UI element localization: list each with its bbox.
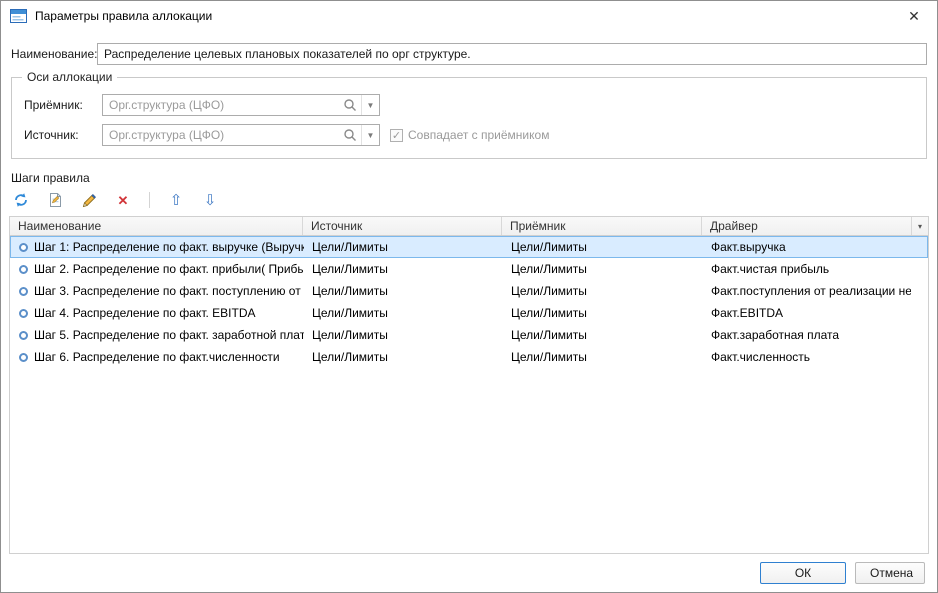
cell-driver: Факт.поступления от реализации непр <box>703 284 911 298</box>
cell-receiver: Цели/Лимиты <box>503 306 703 320</box>
search-icon[interactable] <box>343 98 357 112</box>
cell-name: Шаг 3. Распределение по факт. поступлени… <box>11 284 304 298</box>
refresh-icon <box>13 192 29 208</box>
table-header: НаименованиеИсточникПриёмникДрайвер▾ <box>10 217 928 236</box>
step-circle-icon <box>19 243 28 252</box>
step-circle-icon <box>19 287 28 296</box>
cell-name: Шаг 6. Распределение по факт.численности <box>11 350 304 364</box>
step-name: Шаг 2. Распределение по факт. прибыли( П… <box>34 262 304 276</box>
dialog-footer: ОК Отмена <box>1 554 937 592</box>
receiver-combo[interactable]: Орг.структура (ЦФО) ▼ <box>102 94 380 116</box>
dialog-title: Параметры правила аллокации <box>35 9 212 23</box>
same-as-receiver-wrap[interactable]: ✓ Совпадает с приёмником <box>390 128 549 142</box>
name-field-row: Наименование: <box>11 43 927 65</box>
step-name: Шаг 1: Распределение по факт. выручке (В… <box>34 240 304 254</box>
source-row: Источник: Орг.структура (ЦФО) ▼ ✓ Совпад… <box>24 124 914 146</box>
column-header[interactable]: Приёмник <box>502 217 702 235</box>
name-label: Наименование: <box>11 47 97 61</box>
table-row[interactable]: Шаг 5. Распределение по факт. заработной… <box>10 324 928 346</box>
new-step-button[interactable] <box>45 190 65 210</box>
cell-source: Цели/Лимиты <box>304 284 503 298</box>
step-name: Шаг 6. Распределение по факт.численности <box>34 350 280 364</box>
table-row[interactable]: Шаг 1: Распределение по факт. выручке (В… <box>10 236 928 258</box>
receiver-value: Орг.структура (ЦФО) <box>109 98 343 112</box>
cell-driver: Факт.заработная плата <box>703 328 911 342</box>
table-body: Шаг 1: Распределение по факт. выручке (В… <box>10 236 928 553</box>
cell-receiver: Цели/Лимиты <box>503 262 703 276</box>
cell-name: Шаг 2. Распределение по факт. прибыли( П… <box>11 262 304 276</box>
table-row[interactable]: Шаг 3. Распределение по факт. поступлени… <box>10 280 928 302</box>
cell-source: Цели/Лимиты <box>304 306 503 320</box>
form-area: Наименование: Оси аллокации Приёмник: Ор… <box>1 31 937 159</box>
steps-toolbar: ✕ ⇧ ⇩ <box>1 185 937 214</box>
new-step-icon <box>48 192 63 208</box>
step-name: Шаг 3. Распределение по факт. поступлени… <box>34 284 304 298</box>
steps-section-label: Шаги правила <box>11 171 927 185</box>
cell-receiver: Цели/Лимиты <box>503 328 703 342</box>
axes-group-title: Оси аллокации <box>22 70 117 84</box>
table-row[interactable]: Шаг 2. Распределение по факт. прибыли( П… <box>10 258 928 280</box>
edit-step-icon <box>82 193 97 208</box>
delete-step-icon: ✕ <box>118 194 129 207</box>
column-header[interactable]: Источник <box>303 217 502 235</box>
steps-table: НаименованиеИсточникПриёмникДрайвер▾ Шаг… <box>9 216 929 554</box>
search-icon[interactable] <box>343 128 357 142</box>
table-row[interactable]: Шаг 4. Распределение по факт. EBITDA Цел… <box>10 302 928 324</box>
allocation-rule-dialog: Параметры правила аллокации ✕ Наименован… <box>0 0 938 593</box>
cell-source: Цели/Лимиты <box>304 328 503 342</box>
cell-name: Шаг 4. Распределение по факт. EBITDA <box>11 306 304 320</box>
cell-driver: Факт.EBITDA <box>703 306 911 320</box>
window-icon <box>10 9 27 23</box>
same-as-receiver-checkbox[interactable]: ✓ <box>390 129 403 142</box>
column-menu-icon[interactable]: ▾ <box>912 217 928 235</box>
cell-source: Цели/Лимиты <box>304 262 503 276</box>
edit-step-button[interactable] <box>79 190 99 210</box>
step-name: Шаг 5. Распределение по факт. заработной… <box>34 328 304 342</box>
name-input[interactable] <box>97 43 927 65</box>
title-bar: Параметры правила аллокации ✕ <box>1 1 937 31</box>
cell-source: Цели/Лимиты <box>304 240 503 254</box>
step-circle-icon <box>19 353 28 362</box>
ok-button[interactable]: ОК <box>760 562 846 584</box>
move-down-button[interactable]: ⇩ <box>200 190 220 210</box>
chevron-down-icon[interactable]: ▼ <box>361 95 379 115</box>
step-circle-icon <box>19 309 28 318</box>
cell-receiver: Цели/Лимиты <box>503 240 703 254</box>
column-header[interactable]: Драйвер <box>702 217 912 235</box>
close-button[interactable]: ✕ <box>901 4 927 28</box>
cell-driver: Факт.численность <box>703 350 911 364</box>
source-label: Источник: <box>24 128 102 142</box>
refresh-button[interactable] <box>11 190 31 210</box>
column-header[interactable]: Наименование <box>10 217 303 235</box>
cell-source: Цели/Лимиты <box>304 350 503 364</box>
toolbar-separator <box>149 192 150 208</box>
cell-name: Шаг 1: Распределение по факт. выручке (В… <box>11 240 304 254</box>
step-circle-icon <box>19 265 28 274</box>
source-value: Орг.структура (ЦФО) <box>109 128 343 142</box>
table-row[interactable]: Шаг 6. Распределение по факт.численности… <box>10 346 928 368</box>
same-as-receiver-label: Совпадает с приёмником <box>408 128 549 142</box>
chevron-down-icon[interactable]: ▼ <box>361 125 379 145</box>
receiver-label: Приёмник: <box>24 98 102 112</box>
delete-step-button[interactable]: ✕ <box>113 190 133 210</box>
cell-name: Шаг 5. Распределение по факт. заработной… <box>11 328 304 342</box>
cell-driver: Факт.выручка <box>703 240 911 254</box>
cell-receiver: Цели/Лимиты <box>503 284 703 298</box>
cancel-button[interactable]: Отмена <box>855 562 925 584</box>
source-combo[interactable]: Орг.структура (ЦФО) ▼ <box>102 124 380 146</box>
allocation-axes-group: Оси аллокации Приёмник: Орг.структура (Ц… <box>11 77 927 159</box>
receiver-row: Приёмник: Орг.структура (ЦФО) ▼ <box>24 94 914 116</box>
step-circle-icon <box>19 331 28 340</box>
cell-driver: Факт.чистая прибыль <box>703 262 911 276</box>
step-name: Шаг 4. Распределение по факт. EBITDA <box>34 306 256 320</box>
cell-receiver: Цели/Лимиты <box>503 350 703 364</box>
move-up-button[interactable]: ⇧ <box>166 190 186 210</box>
